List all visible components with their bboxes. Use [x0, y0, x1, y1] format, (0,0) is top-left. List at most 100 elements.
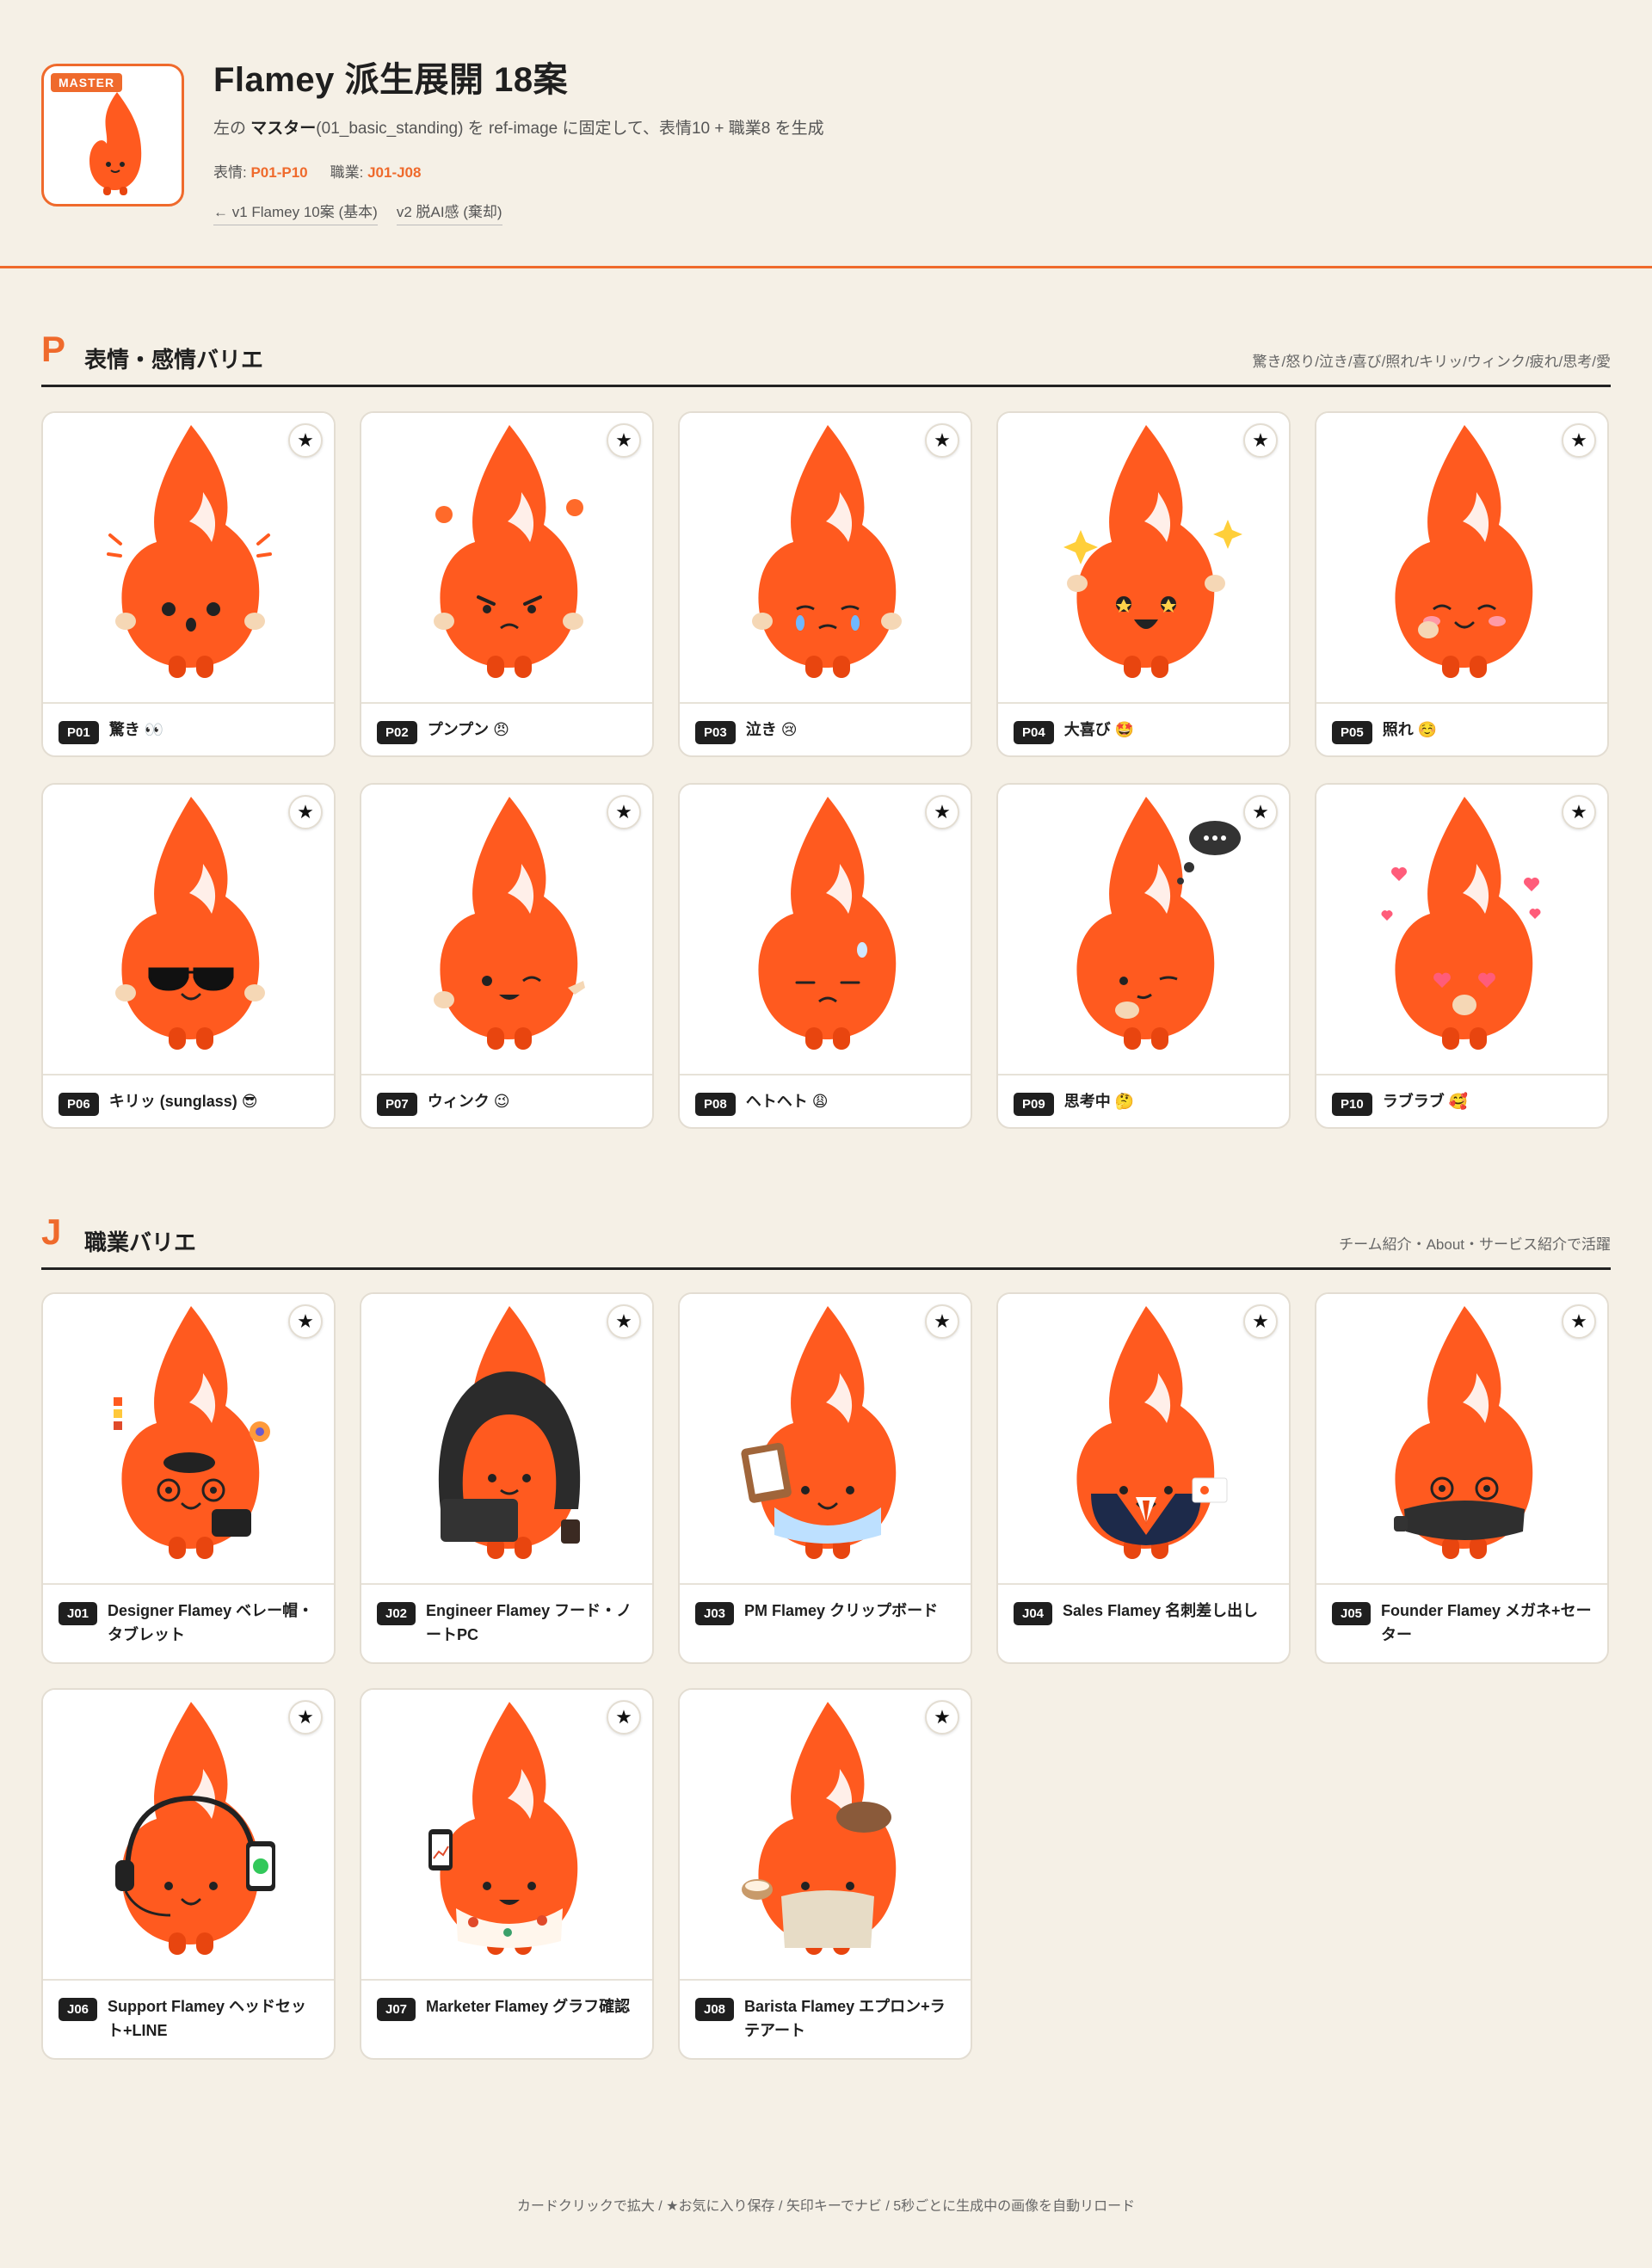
page-header: MASTER Flamey 派生展開 18案 左の マスター(01_basic_…: [0, 0, 1652, 268]
flamey-wink-illustration: [361, 785, 652, 1075]
favorite-star-button[interactable]: ★: [925, 1700, 959, 1735]
variant-card-j05[interactable]: ★ J05 Founder Flamey メガネ+セーター: [1315, 1292, 1609, 1664]
variant-label: プンプン 😠: [427, 721, 509, 738]
favorite-star-button[interactable]: ★: [1562, 1304, 1596, 1339]
section-hint: 驚き/怒り/泣き/喜び/照れ/キリッ/ウィンク/疲れ/思考/愛: [1252, 354, 1611, 370]
section-letter: J: [41, 1211, 62, 1252]
favorite-star-button[interactable]: ★: [607, 795, 641, 829]
flamey-engineer-illustration: [361, 1294, 652, 1585]
section-header-jobs: J 職業バリエ チーム紹介・About・サービス紹介で活躍: [41, 1208, 1611, 1270]
card-caption: P04 大喜び 🤩: [1014, 718, 1277, 744]
variant-label: Barista Flamey エプロン+ラテアート: [744, 1998, 946, 2039]
range-summary: 表情: P01-P10 職業: J01-J08: [213, 164, 422, 181]
variant-card-j02[interactable]: ★ J02 Engineer Flamey フード・ノートPC: [360, 1292, 654, 1664]
variant-card-p03[interactable]: ★ P03 泣き 😢: [678, 411, 972, 757]
link-v1[interactable]: ← v1 Flamey 10案 (基本): [213, 200, 378, 225]
variant-card-j01[interactable]: ★ J01 Designer Flamey ベレー帽・タブレット: [41, 1292, 336, 1664]
variant-card-p06[interactable]: ★ P06 キリッ (sunglass) 😎: [41, 783, 336, 1129]
variant-code-badge: P06: [59, 1093, 99, 1116]
favorite-star-button[interactable]: ★: [288, 795, 323, 829]
variant-label: PM Flamey クリップボード: [744, 1602, 939, 1619]
master-thumbnail[interactable]: MASTER: [41, 64, 184, 206]
flamey-marketer-illustration: [361, 1690, 652, 1981]
card-caption: J07 Marketer Flamey グラフ確認: [377, 1994, 640, 2021]
card-caption: P07 ウィンク 😉: [377, 1089, 640, 1116]
variant-label: 思考中 🤔: [1063, 1093, 1135, 1110]
favorite-star-button[interactable]: ★: [288, 423, 323, 458]
version-links: ← v1 Flamey 10案 (基本) v2 脱AI感 (棄却): [213, 200, 502, 225]
flamey-tired-illustration: [680, 785, 971, 1075]
variant-code-badge: P02: [377, 721, 417, 744]
card-caption: P05 照れ ☺️: [1332, 718, 1595, 744]
favorite-star-button[interactable]: ★: [288, 1700, 323, 1735]
variant-label: Founder Flamey メガネ+セーター: [1381, 1602, 1592, 1643]
variant-card-j06[interactable]: ★ J06 Support Flamey ヘッドセット+LINE: [41, 1688, 336, 2060]
variant-card-p01[interactable]: ★ P01 驚き 👀: [41, 411, 336, 757]
card-caption: P01 驚き 👀: [59, 718, 322, 744]
flamey-surprised-illustration: [43, 413, 334, 704]
variant-label: ヘトヘト 😩: [745, 1093, 829, 1110]
variant-card-p10[interactable]: ★ P10 ラブラブ 🥰: [1315, 783, 1609, 1129]
card-caption: P10 ラブラブ 🥰: [1332, 1089, 1595, 1116]
variant-label: Sales Flamey 名刺差し出し: [1063, 1602, 1259, 1619]
favorite-star-button[interactable]: ★: [607, 1304, 641, 1339]
flamey-support-illustration: [43, 1690, 334, 1981]
footer-help: カードクリックで拡大 / ★お気に入り保存 / 矢印キーでナビ / 5秒ごとに生…: [516, 2199, 1136, 2214]
variant-card-p02[interactable]: ★ P02 プンプン 😠: [360, 411, 654, 757]
flamey-pm-illustration: [680, 1294, 971, 1585]
variant-label: Support Flamey ヘッドセット+LINE: [108, 1998, 307, 2039]
variant-label: 大喜び 🤩: [1063, 721, 1135, 738]
flamey-crying-illustration: [680, 413, 971, 704]
flamey-thinking-illustration: [998, 785, 1289, 1075]
variant-label: 泣き 😢: [745, 721, 798, 738]
variant-card-p09[interactable]: ★ P09 思考中 🤔: [996, 783, 1291, 1129]
favorite-star-button[interactable]: ★: [1243, 795, 1278, 829]
favorite-star-button[interactable]: ★: [1243, 1304, 1278, 1339]
variant-card-p08[interactable]: ★ P08 ヘトヘト 😩: [678, 783, 972, 1129]
card-caption: J02 Engineer Flamey フード・ノートPC: [377, 1599, 640, 1647]
favorite-star-button[interactable]: ★: [925, 1304, 959, 1339]
variant-card-p07[interactable]: ★ P07 ウィンク 😉: [360, 783, 654, 1129]
card-caption: P08 ヘトヘト 😩: [695, 1089, 959, 1116]
card-caption: P02 プンプン 😠: [377, 718, 640, 744]
favorite-star-button[interactable]: ★: [607, 1700, 641, 1735]
section-title: 職業バリエ: [84, 1230, 197, 1255]
variant-code-badge: J02: [377, 1602, 416, 1625]
card-caption: P09 思考中 🤔: [1014, 1089, 1277, 1116]
variant-code-badge: J08: [695, 1998, 735, 2021]
variant-card-j07[interactable]: ★ J07 Marketer Flamey グラフ確認: [360, 1688, 654, 2060]
variant-label: 照れ ☺️: [1382, 721, 1438, 738]
variant-code-badge: P05: [1332, 721, 1372, 744]
variant-card-j04[interactable]: ★ J04 Sales Flamey 名刺差し出し: [996, 1292, 1291, 1664]
variant-card-p05[interactable]: ★ P05 照れ ☺️: [1315, 411, 1609, 757]
variant-label: Engineer Flamey フード・ノートPC: [426, 1602, 632, 1643]
favorite-star-button[interactable]: ★: [925, 795, 959, 829]
variant-label: Designer Flamey ベレー帽・タブレット: [108, 1602, 314, 1643]
page-title: Flamey 派生展開 18案: [213, 61, 569, 99]
favorite-star-button[interactable]: ★: [607, 423, 641, 458]
variant-card-j08[interactable]: ★ J08 Barista Flamey エプロン+ラテアート: [678, 1688, 972, 2060]
favorite-star-button[interactable]: ★: [925, 423, 959, 458]
card-caption: J03 PM Flamey クリップボード: [695, 1599, 959, 1625]
favorite-star-button[interactable]: ★: [1243, 423, 1278, 458]
variant-card-j03[interactable]: ★ J03 PM Flamey クリップボード: [678, 1292, 972, 1664]
card-caption: P06 キリッ (sunglass) 😎: [59, 1089, 322, 1116]
variant-card-p04[interactable]: ★ P04 大喜び 🤩: [996, 411, 1291, 757]
variant-code-badge: J04: [1014, 1602, 1053, 1625]
card-caption: J01 Designer Flamey ベレー帽・タブレット: [59, 1599, 322, 1647]
variant-code-badge: P01: [59, 721, 99, 744]
favorite-star-button[interactable]: ★: [1562, 795, 1596, 829]
section-header-expressions: P 表情・感情バリエ 驚き/怒り/泣き/喜び/照れ/キリッ/ウィンク/疲れ/思考…: [41, 325, 1611, 387]
favorite-star-button[interactable]: ★: [1562, 423, 1596, 458]
variant-code-badge: P09: [1014, 1093, 1054, 1116]
variant-label: 驚き 👀: [108, 721, 164, 738]
flamey-founder-illustration: [1316, 1294, 1607, 1585]
link-v2[interactable]: v2 脱AI感 (棄却): [396, 200, 502, 225]
variant-code-badge: P08: [695, 1093, 736, 1116]
flamey-sales-illustration: [998, 1294, 1289, 1585]
variant-code-badge: P04: [1014, 721, 1054, 744]
favorite-star-button[interactable]: ★: [288, 1304, 323, 1339]
card-caption: J06 Support Flamey ヘッドセット+LINE: [59, 1994, 322, 2043]
flamey-angry-illustration: [361, 413, 652, 704]
flamey-barista-illustration: [680, 1690, 971, 1981]
